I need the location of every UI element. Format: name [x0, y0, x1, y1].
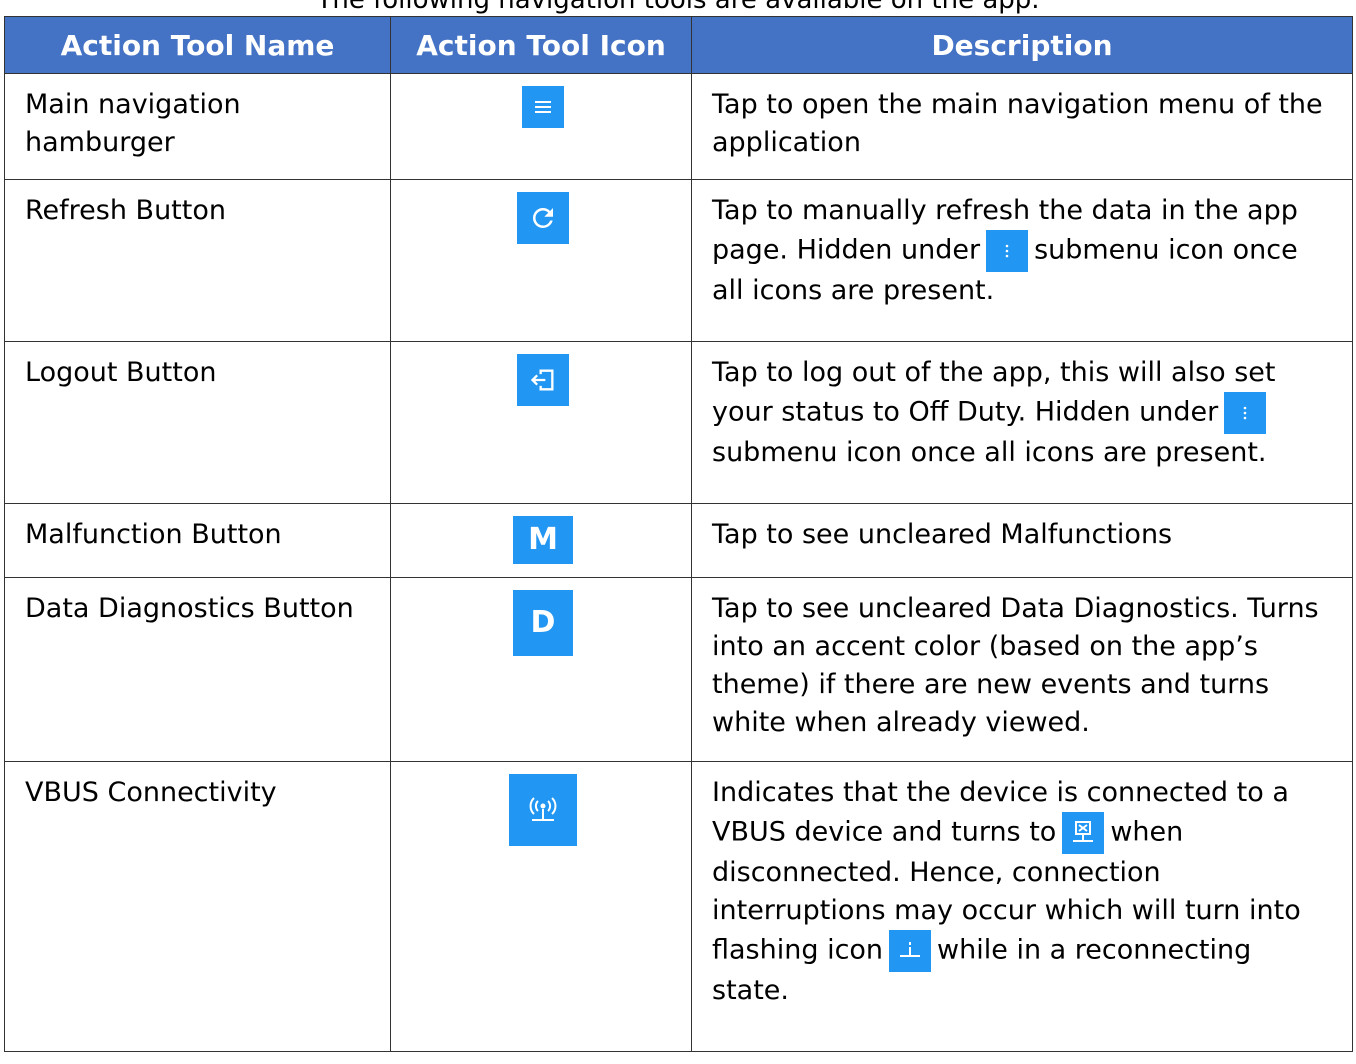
tool-name-cell: Main navigation hamburger — [4, 73, 391, 180]
vbus-disconnected-icon — [1062, 812, 1105, 854]
vbus-connected-icon — [509, 774, 577, 846]
tool-description-cell: Indicates that the device is connected t… — [691, 761, 1353, 1052]
vbus-reconnecting-icon — [889, 930, 932, 972]
tool-description-cell: Tap to see uncleared Malfunctions — [691, 503, 1353, 578]
submenu-more-vert-icon — [986, 230, 1029, 272]
table-row: Refresh Button Tap to manually refresh t… — [4, 179, 1353, 342]
tool-name-cell: Data Diagnostics Button — [4, 577, 391, 762]
table-row: Malfunction Button M Tap to see uncleare… — [4, 503, 1353, 578]
table-row: Main navigation hamburger Tap to open th… — [4, 73, 1353, 180]
header-tool-icon: Action Tool Icon — [390, 16, 692, 74]
logout-icon — [517, 354, 569, 406]
submenu-more-vert-icon — [1224, 392, 1267, 434]
malfunction-m-icon: M — [513, 516, 573, 564]
table-header-row: Action Tool Name Action Tool Icon Descri… — [4, 16, 1353, 74]
tool-description-cell: Tap to log out of the app, this will als… — [691, 341, 1353, 504]
tool-description-cell: Tap to manually refresh the data in the … — [691, 179, 1353, 342]
description-text: Indicates that the device is connected t… — [712, 777, 1289, 848]
tool-name-cell: Refresh Button — [4, 179, 391, 342]
tool-name-cell: VBUS Connectivity — [4, 761, 391, 1052]
refresh-icon — [517, 192, 569, 244]
tool-description-cell: Tap to open the main navigation menu of … — [691, 73, 1353, 180]
data-diagnostics-d-icon: D — [513, 590, 573, 656]
hamburger-menu-icon — [522, 86, 564, 128]
table-row: Data Diagnostics Button D Tap to see unc… — [4, 577, 1353, 762]
table-row: VBUS Connectivity Indicates that the dev… — [4, 761, 1353, 1052]
page-caption: The following navigation tools are avail… — [316, 0, 1040, 15]
tool-description-cell: Tap to see uncleared Data Diagnostics. T… — [691, 577, 1353, 762]
tool-name-cell: Logout Button — [4, 341, 391, 504]
tool-name-cell: Malfunction Button — [4, 503, 391, 578]
header-tool-name: Action Tool Name — [4, 16, 391, 74]
action-tools-table: Action Tool Name Action Tool Icon Descri… — [4, 16, 1353, 1052]
description-text: submenu icon once all icons are present. — [712, 437, 1267, 468]
table-row: Logout Button Tap to log out of the app,… — [4, 341, 1353, 504]
header-description: Description — [691, 16, 1353, 74]
description-text: Tap to log out of the app, this will als… — [712, 357, 1276, 428]
